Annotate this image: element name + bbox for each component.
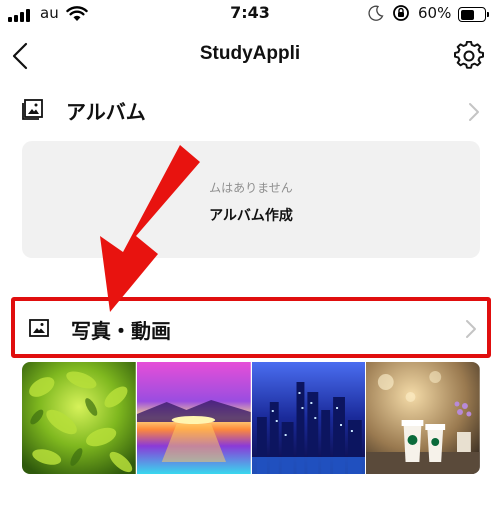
battery-tip	[487, 12, 489, 17]
thumbnail-city-night[interactable]	[251, 362, 366, 474]
thumbnail-coffee-cups[interactable]	[366, 362, 480, 474]
thumbnail-sunset-sea[interactable]	[136, 362, 251, 474]
album-section-header[interactable]: アルバム	[22, 92, 490, 130]
battery-icon	[458, 7, 486, 22]
album-empty-state: ムはありません アルバム作成	[22, 141, 480, 258]
photo-icon	[29, 319, 49, 337]
album-section-label: アルバム	[66, 100, 146, 124]
photos-videos-section-header[interactable]: 写真・動画	[11, 297, 491, 358]
chevron-right-icon	[466, 320, 476, 338]
photo-thumbnail-strip	[22, 362, 480, 474]
thumbnail-green-plant[interactable]	[22, 362, 136, 474]
page-title: StudyAppli	[199, 43, 301, 64]
moon-icon	[368, 5, 384, 21]
battery-percent: 60%	[418, 4, 452, 22]
create-album-button[interactable]: アルバム作成	[22, 205, 480, 225]
empty-album-message: ムはありません	[209, 181, 293, 195]
gear-icon[interactable]	[454, 41, 484, 71]
orientation-lock-icon	[393, 5, 409, 21]
status-bar: au 7:43 60%	[0, 0, 500, 30]
album-icon	[22, 99, 43, 120]
chevron-right-icon	[469, 103, 479, 121]
photos-videos-label: 写真・動画	[71, 319, 171, 343]
